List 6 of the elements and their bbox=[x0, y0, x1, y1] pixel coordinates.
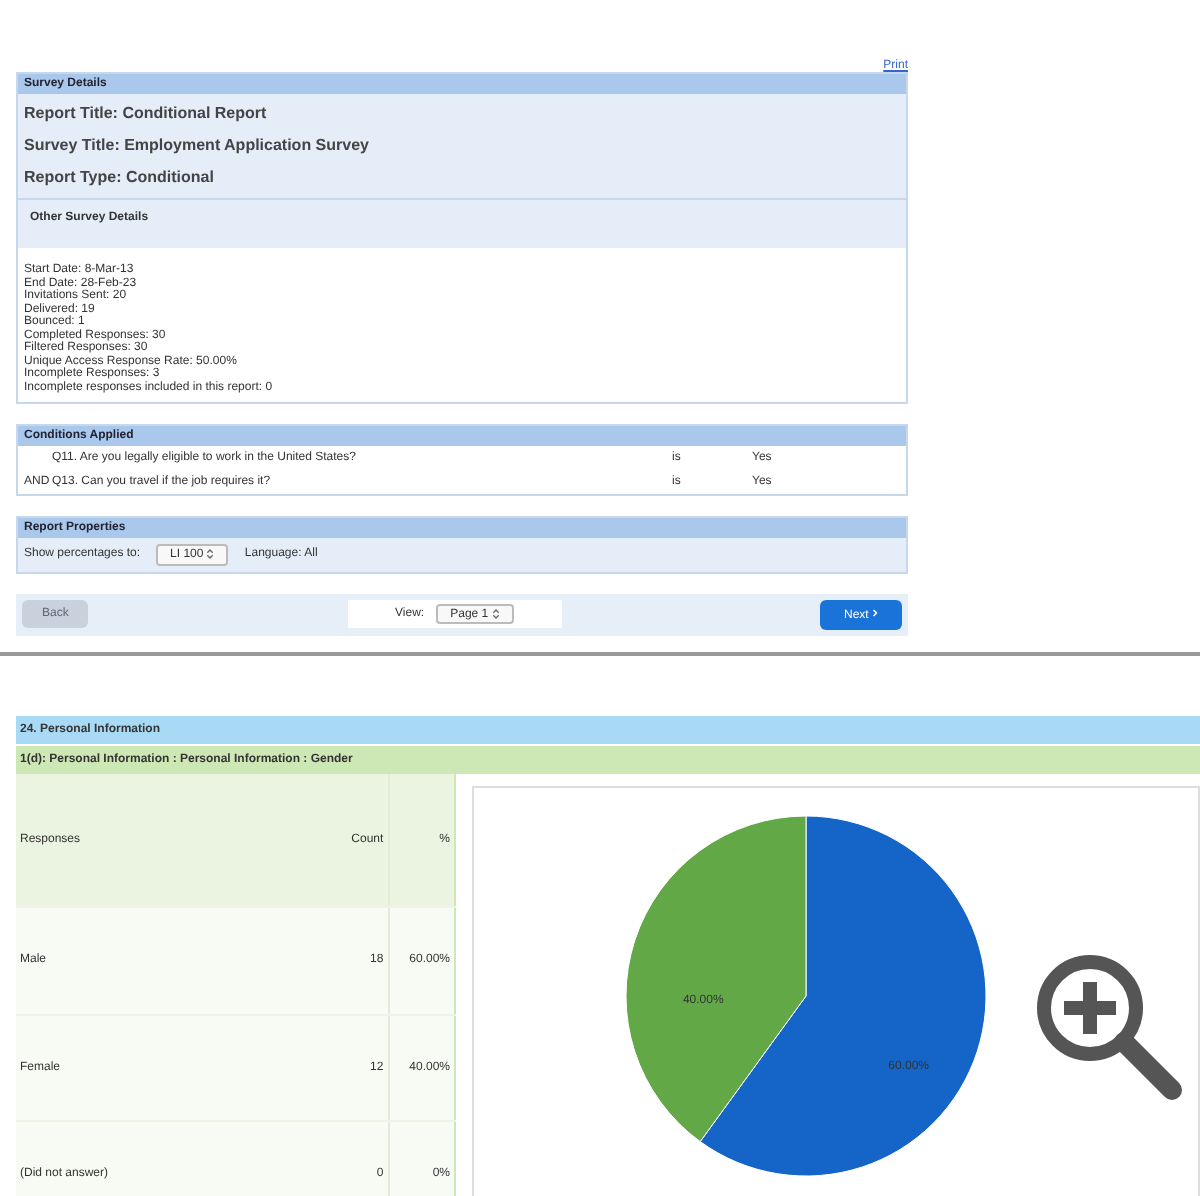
up-down-arrows-icon bbox=[206, 548, 215, 560]
report-info-title: Report Title: Conditional Report bbox=[24, 102, 269, 126]
up-down-arrows-icon bbox=[491, 607, 500, 620]
report-info-title: Report Type: Conditional bbox=[24, 166, 216, 190]
report-info-title: Survey Title: Employment Application Survey bbox=[24, 134, 371, 158]
chevron-right-icon bbox=[872, 607, 878, 618]
